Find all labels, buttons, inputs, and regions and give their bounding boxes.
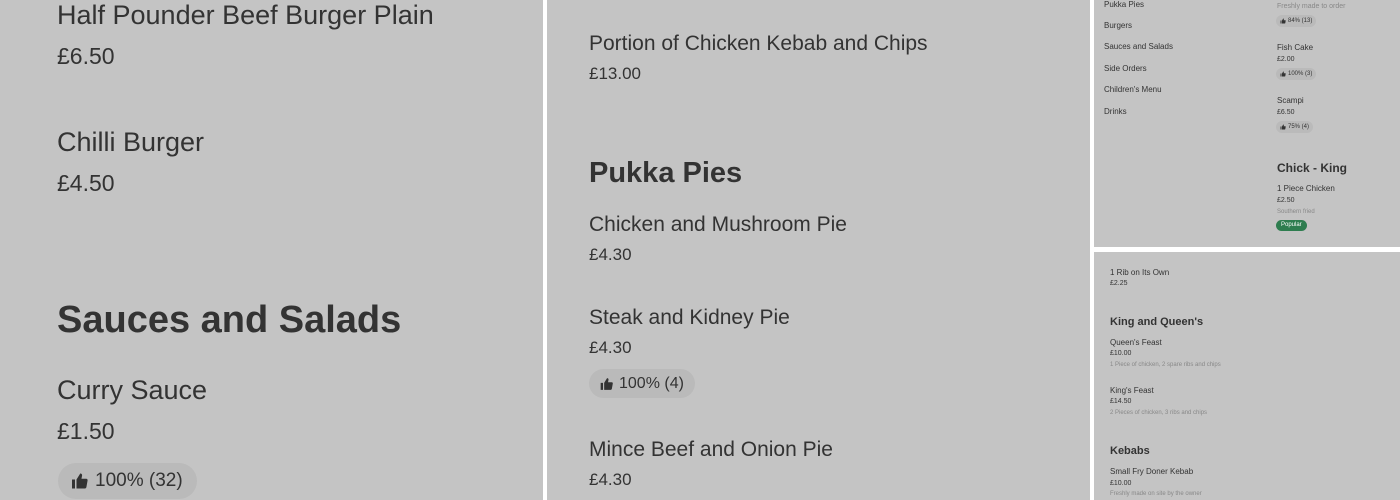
menu-item-name[interactable]: Chilli Burger bbox=[57, 127, 204, 158]
thumbs-up-icon bbox=[1280, 71, 1286, 77]
thumbs-up-icon bbox=[599, 377, 614, 391]
menu-item-price: £4.30 bbox=[589, 470, 632, 489]
menu-item-name[interactable]: Small Fry Doner Kebab bbox=[1110, 467, 1193, 476]
thumbs-up-icon bbox=[1280, 124, 1286, 130]
menu-panel-specials: 1 Rib on Its Own £2.25 King and Queen's … bbox=[1094, 252, 1400, 500]
nav-item-pukka-pies[interactable]: Pukka Pies bbox=[1104, 0, 1144, 9]
menu-item-name[interactable]: Scampi bbox=[1277, 96, 1304, 105]
menu-item-name[interactable]: 1 Rib on Its Own bbox=[1110, 268, 1169, 277]
menu-item-name[interactable]: Queen's Feast bbox=[1110, 338, 1162, 347]
menu-item-price: £10.00 bbox=[1110, 480, 1132, 487]
section-title: Kebabs bbox=[1110, 445, 1150, 457]
menu-item-description: Southern fried bbox=[1277, 209, 1315, 215]
rating-text: 84% (13) bbox=[1288, 18, 1313, 24]
menu-item-name[interactable]: 1 Piece Chicken bbox=[1277, 184, 1335, 193]
nav-item-side-orders[interactable]: Side Orders bbox=[1104, 64, 1147, 73]
menu-item-name[interactable]: Mince Beef and Onion Pie bbox=[589, 438, 833, 462]
section-title: Pukka Pies bbox=[589, 157, 743, 189]
rating-badge: 75% (4) bbox=[1276, 121, 1314, 133]
menu-item-description: 2 Pieces of chicken, 3 ribs and chips bbox=[1110, 410, 1208, 416]
menu-item-price: £2.00 bbox=[1277, 56, 1295, 63]
menu-item-name[interactable]: Half Pounder Beef Burger Plain bbox=[57, 0, 434, 31]
section-title: Sauces and Salads bbox=[57, 299, 402, 341]
menu-item-name[interactable]: Fish Cake bbox=[1277, 43, 1313, 52]
menu-item-price: £2.50 bbox=[1277, 197, 1295, 204]
thumbs-up-icon bbox=[70, 472, 89, 490]
menu-item-name[interactable]: King's Feast bbox=[1110, 386, 1154, 395]
menu-item-price: £4.30 bbox=[589, 245, 632, 264]
menu-item-price: £4.50 bbox=[57, 170, 115, 196]
nav-item-burgers[interactable]: Burgers bbox=[1104, 21, 1132, 30]
rating-badge: 84% (13) bbox=[1276, 15, 1317, 27]
popular-badge: Popular bbox=[1276, 220, 1307, 231]
nav-item-sauces-and-salads[interactable]: Sauces and Salads bbox=[1104, 42, 1173, 51]
menu-item-price: £14.50 bbox=[1110, 398, 1132, 405]
menu-item-name[interactable]: Curry Sauce bbox=[57, 375, 207, 406]
menu-panel-overview: Pukka Pies Burgers Sauces and Salads Sid… bbox=[1094, 0, 1400, 247]
menu-item-price: £6.50 bbox=[1277, 109, 1295, 116]
nav-item-childrens-menu[interactable]: Children's Menu bbox=[1104, 85, 1162, 94]
menu-item-price: £1.50 bbox=[57, 418, 115, 444]
menu-panel-burgers: Half Pounder Beef Burger Plain £6.50 Chi… bbox=[0, 0, 543, 500]
rating-badge: 100% (4) bbox=[589, 369, 695, 398]
rating-text: 100% (32) bbox=[95, 470, 183, 491]
menu-item-price: £6.50 bbox=[57, 43, 115, 69]
menu-item-name[interactable]: Portion of Chicken Kebab and Chips bbox=[589, 32, 928, 56]
menu-item-name[interactable]: Chicken and Mushroom Pie bbox=[589, 213, 847, 237]
section-title: Chick - King bbox=[1277, 161, 1348, 175]
rating-text: 75% (4) bbox=[1288, 124, 1310, 130]
thumbs-up-icon bbox=[1280, 18, 1286, 24]
nav-item-drinks[interactable]: Drinks bbox=[1104, 107, 1127, 116]
menu-item-price: £4.30 bbox=[589, 338, 632, 357]
menu-panel-pies: Portion of Chicken Kebab and Chips £13.0… bbox=[547, 0, 1090, 500]
menu-item-price: £13.00 bbox=[589, 64, 641, 83]
menu-item-price: £10.00 bbox=[1110, 350, 1132, 357]
rating-text: 100% (4) bbox=[619, 374, 684, 392]
menu-item-description: Freshly made to order bbox=[1277, 3, 1346, 10]
rating-badge: 100% (32) bbox=[58, 463, 197, 499]
rating-text: 100% (3) bbox=[1288, 71, 1313, 77]
rating-badge: 100% (3) bbox=[1276, 68, 1317, 80]
section-title: King and Queen's bbox=[1110, 316, 1204, 328]
menu-item-name[interactable]: Steak and Kidney Pie bbox=[589, 306, 790, 330]
menu-item-price: £2.25 bbox=[1110, 280, 1128, 287]
menu-item-description: 1 Piece of chicken, 2 spare ribs and chi… bbox=[1110, 362, 1221, 368]
menu-item-description: Freshly made on site by the owner bbox=[1110, 491, 1202, 497]
